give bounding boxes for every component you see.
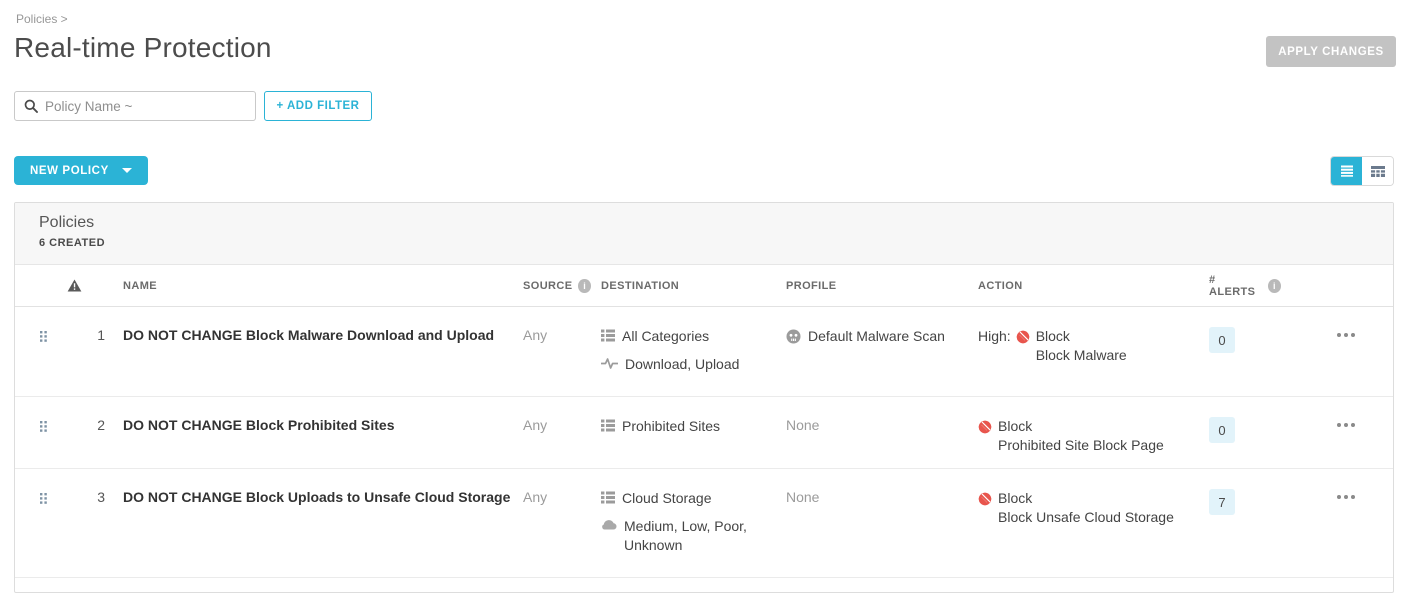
policy-source: Any bbox=[513, 417, 591, 455]
policy-name[interactable]: DO NOT CHANGE Block Malware Download and… bbox=[113, 327, 513, 383]
list-view-icon bbox=[1340, 165, 1354, 177]
row-number: 2 bbox=[73, 417, 113, 455]
card-title: Policies bbox=[39, 214, 1369, 232]
categories-icon bbox=[601, 419, 615, 432]
alerts-badge[interactable]: 0 bbox=[1209, 417, 1235, 443]
policy-name[interactable]: DO NOT CHANGE Block Uploads to Unsafe Cl… bbox=[113, 489, 513, 564]
policy-profile: None bbox=[776, 489, 968, 564]
block-icon bbox=[1016, 330, 1030, 344]
info-icon[interactable]: i bbox=[578, 279, 591, 293]
policy-rows: 1 DO NOT CHANGE Block Malware Download a… bbox=[15, 307, 1393, 593]
breadcrumb[interactable]: Policies > bbox=[16, 12, 68, 26]
cloud-icon bbox=[601, 519, 617, 530]
realtime-protection-page: Policies > Real-time Protection APPLY CH… bbox=[0, 0, 1417, 593]
column-destination[interactable]: DESTINATION bbox=[591, 280, 776, 292]
policy-search[interactable] bbox=[14, 91, 256, 121]
column-action[interactable]: ACTION bbox=[968, 280, 1199, 292]
drag-handle-icon[interactable] bbox=[39, 492, 48, 508]
search-input[interactable] bbox=[45, 99, 246, 114]
apply-changes-button[interactable]: APPLY CHANGES bbox=[1266, 36, 1396, 67]
policy-name[interactable]: DO NOT CHANGE Block Prohibited Sites bbox=[113, 417, 513, 455]
policies-card: Policies 6 CREATED NAME SOURCEi DESTINAT… bbox=[14, 202, 1394, 593]
row-menu-icon[interactable] bbox=[1344, 423, 1348, 427]
row-menu-icon[interactable] bbox=[1344, 495, 1348, 499]
policies-card-header: Policies 6 CREATED bbox=[15, 203, 1393, 265]
block-icon bbox=[978, 492, 992, 506]
categories-icon bbox=[601, 329, 615, 342]
policy-profile: Default Malware Scan bbox=[776, 327, 968, 383]
table-view-button[interactable] bbox=[1362, 157, 1393, 185]
policy-profile: None bbox=[776, 417, 968, 455]
row-number: 3 bbox=[73, 489, 113, 564]
table-row: 3 DO NOT CHANGE Block Uploads to Unsafe … bbox=[15, 469, 1393, 578]
table-row-partial bbox=[15, 578, 1393, 593]
view-toggle bbox=[1330, 156, 1394, 186]
policy-action: BlockBlock Unsafe Cloud Storage bbox=[968, 489, 1199, 564]
policy-destination: All CategoriesDownload, Upload bbox=[591, 327, 776, 383]
table-row: 2 DO NOT CHANGE Block Prohibited Sites A… bbox=[15, 397, 1393, 469]
drag-handle-icon[interactable] bbox=[39, 420, 48, 436]
list-view-button[interactable] bbox=[1331, 157, 1362, 185]
add-filter-button[interactable]: + ADD FILTER bbox=[264, 91, 372, 121]
row-number: 1 bbox=[73, 327, 113, 383]
table-view-icon bbox=[1370, 165, 1386, 178]
alerts-badge[interactable]: 0 bbox=[1209, 327, 1235, 353]
policy-destination: Cloud StorageMedium, Low, Poor, Unknown bbox=[591, 489, 776, 564]
search-icon bbox=[24, 99, 38, 113]
policy-destination: Prohibited Sites bbox=[591, 417, 776, 455]
table-row: 1 DO NOT CHANGE Block Malware Download a… bbox=[15, 307, 1393, 397]
policy-action: High:BlockBlock Malware bbox=[968, 327, 1199, 383]
column-name[interactable]: NAME bbox=[113, 280, 513, 292]
warning-column bbox=[39, 279, 113, 292]
column-profile[interactable]: PROFILE bbox=[776, 280, 968, 292]
malware-scan-icon bbox=[786, 329, 801, 344]
column-header-row: NAME SOURCEi DESTINATION PROFILE ACTION … bbox=[15, 265, 1393, 307]
info-icon[interactable]: i bbox=[1268, 279, 1281, 293]
warning-icon bbox=[67, 279, 82, 292]
created-count: 6 CREATED bbox=[39, 237, 1369, 249]
alerts-badge[interactable]: 7 bbox=[1209, 489, 1235, 515]
column-alerts[interactable]: # ALERTSi bbox=[1199, 274, 1281, 298]
policy-source: Any bbox=[513, 327, 591, 383]
activities-icon bbox=[601, 357, 618, 370]
new-policy-label: NEW POLICY bbox=[30, 165, 109, 177]
policy-source: Any bbox=[513, 489, 591, 564]
categories-icon bbox=[601, 491, 615, 504]
page-title: Real-time Protection bbox=[14, 32, 272, 64]
chevron-down-icon bbox=[122, 168, 132, 173]
row-menu-icon[interactable] bbox=[1344, 333, 1348, 337]
block-icon bbox=[978, 420, 992, 434]
policy-action: BlockProhibited Site Block Page bbox=[968, 417, 1199, 455]
column-source[interactable]: SOURCEi bbox=[513, 279, 591, 293]
new-policy-button[interactable]: NEW POLICY bbox=[14, 156, 148, 185]
drag-handle-icon[interactable] bbox=[39, 330, 48, 346]
